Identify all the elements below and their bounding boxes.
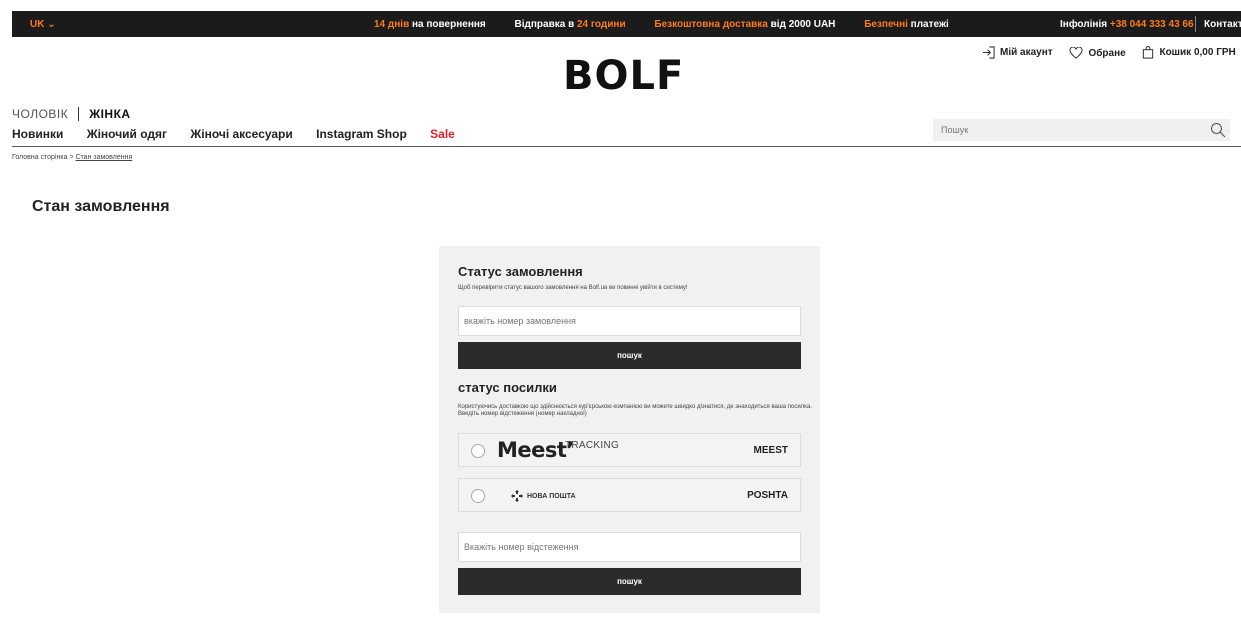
nova-poshta-code: POSHTA: [747, 490, 788, 501]
order-tracking-panel: Статус замовлення Щоб перевірити статус …: [439, 246, 820, 613]
meest-tracking-label: TRACKING: [565, 440, 620, 451]
topbar-divider: [1195, 16, 1196, 32]
gender-woman-link[interactable]: ЖІНКА: [89, 107, 130, 121]
gender-switch: ЧОЛОВІК ЖІНКА: [12, 107, 131, 121]
breadcrumb-current[interactable]: Стан замовлення: [75, 154, 132, 161]
login-icon: [982, 46, 995, 59]
promo-secure-payments: Безпечні платежі: [864, 19, 949, 30]
order-number-input[interactable]: [458, 306, 801, 336]
breadcrumb: Головна сторінка > Стан замовлення: [12, 154, 132, 161]
nav-item-accessories[interactable]: Жіночі аксесуари: [190, 127, 292, 141]
search-icon: [1210, 122, 1226, 138]
carrier-option-nova-poshta[interactable]: НОВА ПОШТА POSHTA: [458, 478, 801, 512]
breadcrumb-separator: >: [69, 154, 74, 161]
promo-free-delivery: Безкоштовна доставка від 2000 UAH: [654, 19, 836, 30]
nav-item-new[interactable]: Новинки: [12, 127, 63, 141]
nova-poshta-radio[interactable]: [471, 489, 485, 503]
tracking-search-button[interactable]: пошук: [458, 568, 801, 595]
parcel-status-title: статус посилки: [458, 380, 557, 395]
top-bar: UK ⌄ 14 днів на повернення Відправка в 2…: [12, 11, 1241, 37]
parcel-status-hint: Користуючись доставкою що здійснюється к…: [458, 404, 812, 417]
tracking-number-input[interactable]: [458, 532, 801, 562]
meest-logo: Meest’: [497, 438, 574, 462]
shopping-bag-icon: [1143, 46, 1154, 59]
page-title: Стан замовлення: [32, 198, 170, 215]
hotline[interactable]: Інфолінія +38 044 333 43 66: [1060, 19, 1194, 30]
nav-item-clothing[interactable]: Жіночий одяг: [87, 127, 167, 141]
order-status-hint: Щоб перевірити статус вашого замовлення …: [458, 285, 688, 291]
gender-man-link[interactable]: ЧОЛОВІК: [12, 107, 68, 121]
heart-icon: [1069, 47, 1083, 59]
search-input[interactable]: [933, 119, 1193, 141]
search-box: [933, 119, 1230, 141]
order-status-title: Статус замовлення: [458, 264, 583, 279]
nav-item-sale[interactable]: Sale: [430, 127, 455, 141]
main-nav: Новинки Жіночий одяг Жіночі аксесуари In…: [12, 127, 475, 141]
favorites-link[interactable]: Обране: [1069, 47, 1126, 59]
contact-link[interactable]: Контакт: [1204, 19, 1241, 30]
language-selector[interactable]: UK ⌄: [30, 19, 56, 30]
nova-poshta-icon: [511, 490, 523, 502]
search-button[interactable]: [1210, 122, 1226, 143]
nova-poshta-logo: НОВА ПОШТА: [511, 490, 576, 502]
meest-code: MEEST: [753, 445, 788, 456]
nav-item-instagram-shop[interactable]: Instagram Shop: [316, 127, 407, 141]
promo-returns: 14 днів на повернення: [374, 19, 486, 30]
my-account-link[interactable]: Мій акаунт: [982, 46, 1053, 59]
nav-divider: [12, 146, 1241, 147]
meest-radio[interactable]: [471, 444, 485, 458]
order-search-button[interactable]: пошук: [458, 342, 801, 369]
account-links: Мій акаунт Обране Кошик 0,00 ГРН: [982, 46, 1236, 62]
bolf-logo[interactable]: BOLF: [563, 53, 684, 99]
cart-link[interactable]: Кошик 0,00 ГРН: [1142, 46, 1236, 59]
carrier-option-meest[interactable]: Meest’ TRACKING MEEST: [458, 433, 801, 467]
gender-divider: [78, 107, 80, 121]
promo-strip: 14 днів на повернення Відправка в 24 год…: [374, 19, 975, 30]
breadcrumb-home[interactable]: Головна сторінка: [12, 154, 67, 161]
promo-shipping-time: Відправка в 24 години: [514, 19, 626, 30]
